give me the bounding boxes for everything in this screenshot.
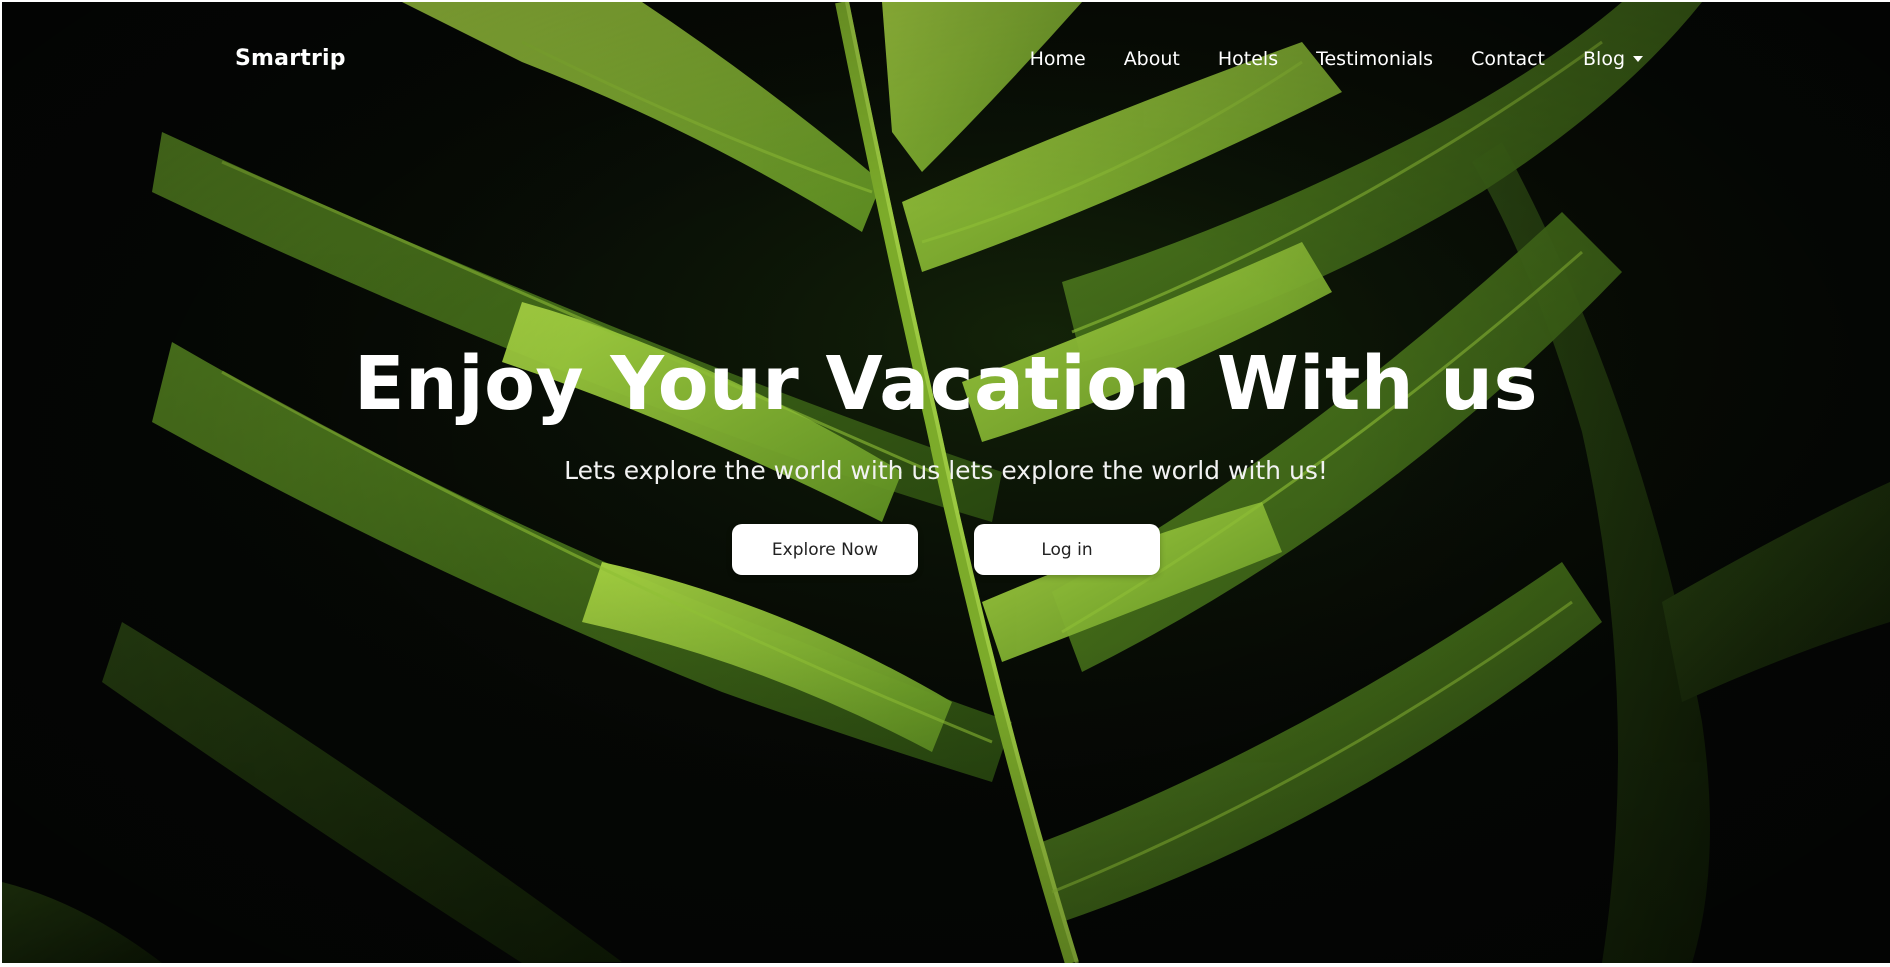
hero-section: Smartrip Home About Hotels Testimonials … [2, 2, 1890, 963]
top-navbar: Smartrip Home About Hotels Testimonials … [2, 2, 1890, 118]
nav-links: Home About Hotels Testimonials Contact B… [992, 48, 1643, 70]
hero-content: Enjoy Your Vacation With us Lets explore… [2, 334, 1890, 575]
hero-subtitle: Lets explore the world with us lets expl… [564, 456, 1328, 485]
nav-link-testimonials[interactable]: Testimonials [1316, 48, 1433, 70]
nav-link-home[interactable]: Home [1030, 48, 1086, 70]
nav-link-blog[interactable]: Blog [1583, 48, 1643, 70]
nav-link-about[interactable]: About [1124, 48, 1180, 70]
hero-buttons: Explore Now Log in [2, 524, 1890, 575]
caret-down-icon [1633, 56, 1643, 62]
nav-link-blog-label: Blog [1583, 48, 1625, 70]
nav-link-hotels[interactable]: Hotels [1218, 48, 1278, 70]
brand-logo[interactable]: Smartrip [235, 46, 346, 71]
log-in-button[interactable]: Log in [974, 524, 1160, 575]
explore-now-button[interactable]: Explore Now [732, 524, 918, 575]
nav-link-contact[interactable]: Contact [1471, 48, 1545, 70]
hero-title: Enjoy Your Vacation With us [353, 341, 1539, 427]
